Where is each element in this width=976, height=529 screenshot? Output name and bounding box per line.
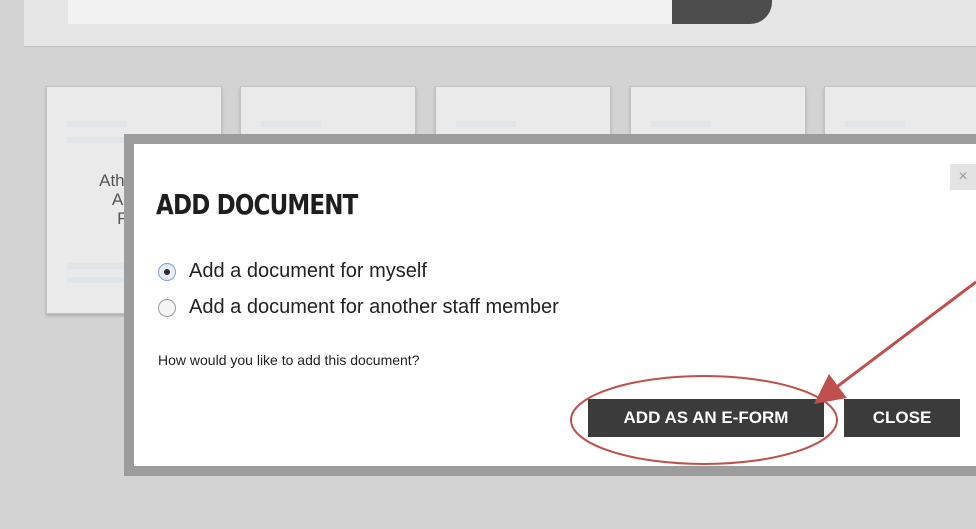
- option-label: Add a document for myself: [189, 260, 427, 282]
- card-placeholder-line: [651, 121, 711, 127]
- card-placeholder-line: [456, 121, 516, 127]
- close-button[interactable]: CLOSE: [844, 399, 960, 437]
- card-placeholder-line: [261, 121, 321, 127]
- add-method-question: How would you like to add this document?: [158, 352, 420, 368]
- add-as-eform-button[interactable]: ADD AS AN E-FORM: [588, 399, 824, 437]
- card-placeholder-line: [845, 121, 905, 127]
- top-input-field[interactable]: [68, 0, 672, 24]
- add-document-modal: × ADD DOCUMENT Add a document for myself…: [134, 144, 976, 466]
- option-label: Add a document for another staff member: [189, 296, 559, 318]
- close-icon[interactable]: ×: [950, 164, 976, 190]
- radio-button[interactable]: [158, 298, 176, 317]
- option-myself[interactable]: Add a document for myself: [158, 260, 427, 283]
- card-placeholder-line: [67, 121, 127, 127]
- radio-button-selected[interactable]: [158, 262, 176, 281]
- top-dark-button[interactable]: [672, 0, 772, 24]
- option-another-staff[interactable]: Add a document for another staff member: [158, 296, 559, 319]
- modal-title: ADD DOCUMENT: [156, 188, 358, 221]
- top-panel: [24, 0, 976, 47]
